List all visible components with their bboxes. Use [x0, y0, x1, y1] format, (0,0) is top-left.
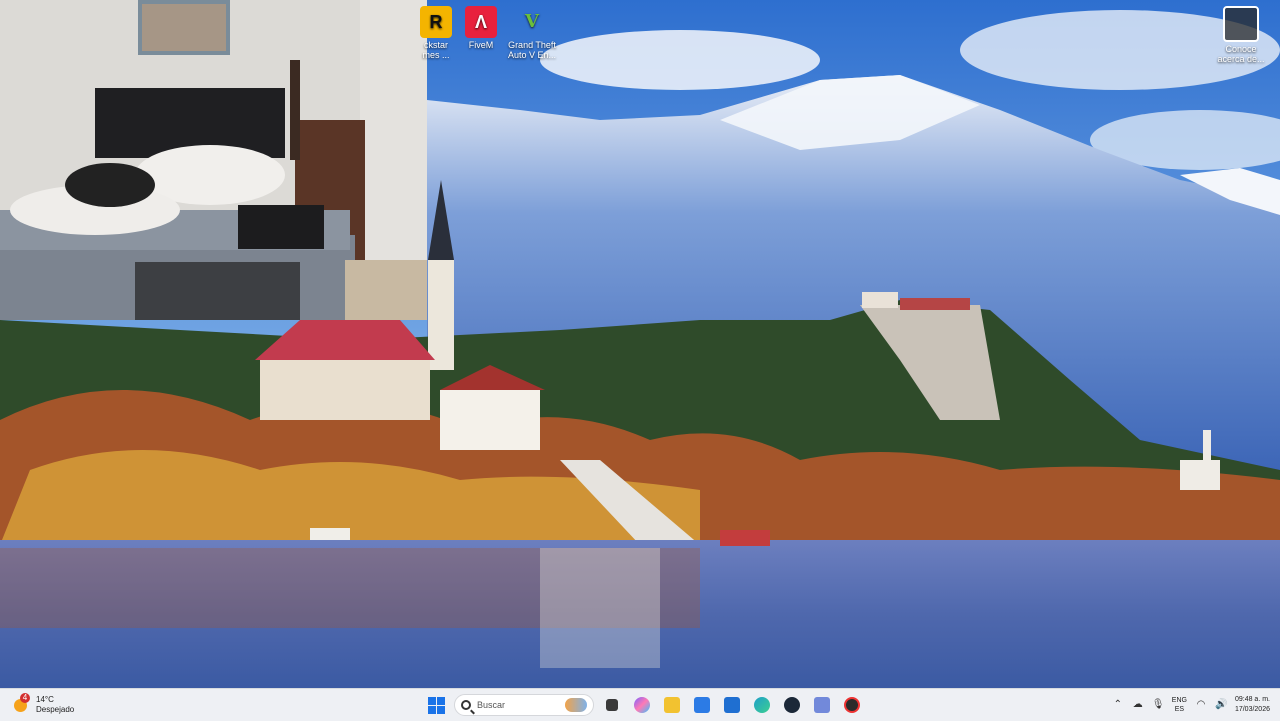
- info-icon: [1223, 6, 1259, 42]
- start-button[interactable]: [424, 693, 448, 717]
- taskbar-app-copilot[interactable]: [630, 693, 654, 717]
- folder-icon: [664, 697, 680, 713]
- rockstar-icon: R: [420, 6, 452, 38]
- desktop-icon-label: Auto V En...: [507, 50, 557, 60]
- language-indicator[interactable]: ENG ES: [1172, 696, 1187, 714]
- weather-condition: Despejado: [36, 705, 75, 714]
- search-highlight-icon: [565, 698, 587, 712]
- desktop-icon-label: acerca de...: [1217, 54, 1265, 64]
- webcam-feed: [0, 0, 427, 320]
- taskbar-app-file-explorer[interactable]: [660, 693, 684, 717]
- obs-icon: [844, 697, 860, 713]
- desktop-icon-label: mes ...: [422, 50, 450, 60]
- webcam-overlay: [0, 0, 427, 320]
- notification-badge: 4: [20, 693, 30, 703]
- discord-icon: [814, 697, 830, 713]
- taskbar: 4 14°C Despejado Buscar ⌃ ☁ 🎙 ENG ES ◠ 🔊…: [0, 688, 1280, 721]
- clock-time: 09:48 a. m.: [1234, 696, 1270, 703]
- volume-icon[interactable]: 🔊: [1215, 699, 1227, 711]
- desktop-icon-label: Conoce: [1225, 44, 1257, 54]
- taskbar-app-edge[interactable]: [750, 693, 774, 717]
- clock-date: 17/03/2026: [1234, 706, 1270, 713]
- taskbar-app-outlook[interactable]: [720, 693, 744, 717]
- chevron-up-icon[interactable]: ⌃: [1112, 699, 1124, 711]
- weather-text: 14°C Despejado: [36, 695, 74, 715]
- outlook-icon: [724, 697, 740, 713]
- language-secondary: ES: [1174, 706, 1185, 713]
- desktop-icon-conoce[interactable]: Conoce acerca de...: [1210, 6, 1272, 64]
- search-icon: [461, 700, 471, 710]
- copilot-icon: [634, 697, 650, 713]
- taskbar-app-steam[interactable]: [780, 693, 804, 717]
- microphone-icon[interactable]: 🎙: [1152, 699, 1165, 711]
- taskbar-center: Buscar: [424, 692, 864, 718]
- clock[interactable]: 09:48 a. m. 17/03/2026: [1235, 695, 1270, 715]
- edge-icon: [754, 697, 770, 713]
- desktop-icon-gta-v[interactable]: V Grand Theft Auto V En...: [501, 6, 563, 61]
- language-primary: ENG: [1171, 697, 1187, 704]
- windows-icon: [427, 696, 445, 714]
- store-icon: [694, 697, 710, 713]
- taskbar-app-obs[interactable]: [840, 693, 864, 717]
- wifi-icon[interactable]: ◠: [1195, 699, 1207, 711]
- onedrive-icon[interactable]: ☁: [1132, 699, 1144, 711]
- taskbar-app-discord[interactable]: [810, 693, 834, 717]
- search-placeholder: Buscar: [477, 700, 506, 710]
- weather-widget[interactable]: 4 14°C Despejado: [12, 692, 74, 718]
- taskbar-app-task-view[interactable]: [600, 693, 624, 717]
- desktop-icon-label: Grand Theft: [508, 40, 556, 50]
- steam-icon: [784, 697, 800, 713]
- fivem-icon: Λ: [465, 6, 497, 38]
- search-box[interactable]: Buscar: [454, 694, 594, 716]
- weather-temperature: 14°C: [36, 695, 54, 704]
- taskbar-app-store[interactable]: [690, 693, 714, 717]
- system-tray: ⌃ ☁ 🎙 ENG ES ◠ 🔊 09:48 a. m. 17/03/2026: [1112, 692, 1270, 718]
- gta-v-icon: V: [525, 11, 539, 32]
- sun-icon: 4: [12, 693, 30, 714]
- task-view-icon: [606, 699, 618, 711]
